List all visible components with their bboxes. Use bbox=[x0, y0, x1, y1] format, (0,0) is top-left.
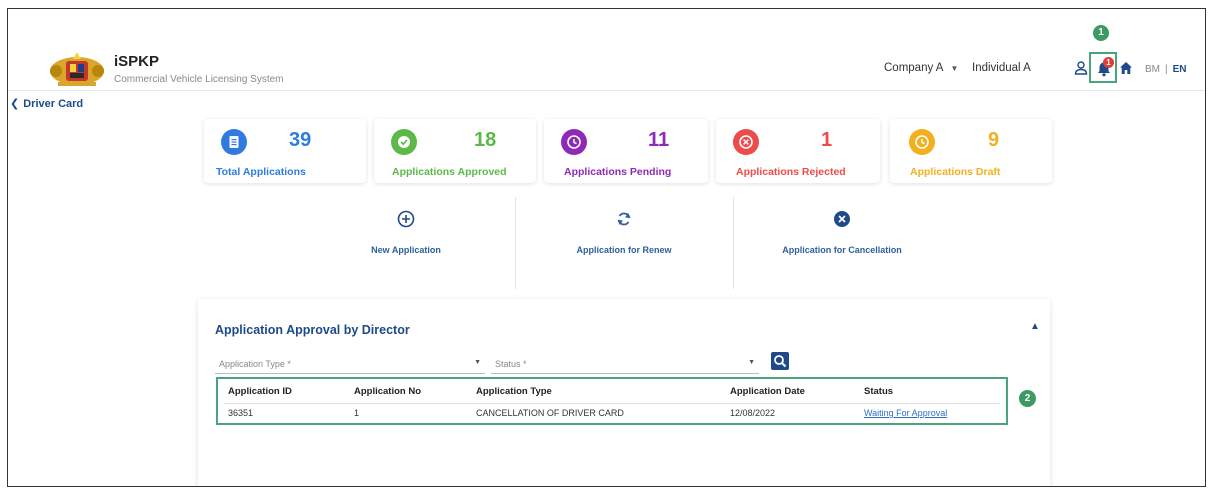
lang-bm[interactable]: BM bbox=[1145, 64, 1160, 75]
column-header-application-type: Application Type bbox=[476, 386, 552, 397]
cell-application-no: 1 bbox=[354, 408, 360, 418]
brand-subtitle: Commercial Vehicle Licensing System bbox=[114, 74, 284, 85]
clipboard-icon bbox=[221, 129, 247, 155]
draft-history-icon bbox=[909, 129, 935, 155]
column-header-application-date: Application Date bbox=[730, 386, 805, 397]
notification-badge: 1 bbox=[1103, 57, 1114, 68]
coat-of-arms-logo bbox=[50, 52, 104, 86]
stat-draft-label: Applications Draft bbox=[910, 166, 1001, 178]
status-link[interactable]: Waiting For Approval bbox=[864, 408, 947, 418]
new-application-label: New Application bbox=[371, 245, 441, 255]
approval-panel: Application Approval by Director ▲ Appli… bbox=[198, 299, 1050, 486]
header-divider bbox=[224, 403, 1000, 404]
renew-application-button[interactable]: Application for Renew bbox=[516, 209, 732, 289]
app-frame: iSPKP Commercial Vehicle Licensing Syste… bbox=[7, 8, 1206, 487]
chevron-down-icon: ▼ bbox=[474, 359, 481, 366]
brand-title: iSPKP bbox=[114, 53, 160, 70]
stat-approved-label: Applications Approved bbox=[392, 166, 507, 178]
chevron-down-icon: ▼ bbox=[748, 359, 755, 366]
home-icon[interactable] bbox=[1119, 61, 1133, 75]
user-profile-icon[interactable] bbox=[1074, 61, 1088, 75]
plus-circle-icon bbox=[397, 210, 415, 228]
check-circle-icon bbox=[391, 129, 417, 155]
status-select[interactable]: Status * ▼ bbox=[491, 354, 759, 374]
cell-application-type: CANCELLATION OF DRIVER CARD bbox=[476, 408, 624, 418]
renew-icon bbox=[617, 212, 631, 226]
cell-application-id: 36351 bbox=[228, 408, 254, 418]
search-icon bbox=[774, 355, 787, 368]
column-header-status: Status bbox=[864, 386, 894, 397]
stat-total-label: Total Applications bbox=[216, 166, 306, 178]
notification-button[interactable]: 1 bbox=[1089, 52, 1117, 83]
new-application-button[interactable]: New Application bbox=[298, 209, 514, 289]
top-header: iSPKP Commercial Vehicle Licensing Syste… bbox=[8, 9, 1205, 91]
applications-table: Application ID Application No Applicatio… bbox=[216, 377, 1008, 425]
back-link-label: Driver Card bbox=[23, 97, 84, 110]
step-marker-1: 1 bbox=[1093, 25, 1109, 41]
application-type-placeholder: Application Type * bbox=[219, 359, 291, 369]
stat-card-approved[interactable]: 18 Applications Approved bbox=[374, 119, 536, 183]
cancel-circle-icon bbox=[834, 211, 850, 227]
lang-en[interactable]: EN bbox=[1173, 64, 1187, 75]
column-header-application-id: Application ID bbox=[228, 386, 292, 397]
cancellation-application-label: Application for Cancellation bbox=[782, 245, 902, 255]
stat-card-rejected[interactable]: 1 Applications Rejected bbox=[716, 119, 880, 183]
stat-draft-value: 9 bbox=[988, 129, 1000, 151]
stat-card-pending[interactable]: 11 Applications Pending bbox=[544, 119, 708, 183]
column-header-application-no: Application No bbox=[354, 386, 422, 397]
individual-label: Individual A bbox=[972, 62, 1031, 74]
step-marker-2: 2 bbox=[1019, 390, 1036, 407]
stat-total-value: 39 bbox=[289, 129, 312, 151]
panel-title: Application Approval by Director bbox=[215, 323, 410, 337]
cell-application-date: 12/08/2022 bbox=[730, 408, 776, 418]
stat-rejected-value: 1 bbox=[821, 129, 833, 151]
renew-application-label: Application for Renew bbox=[576, 245, 672, 255]
back-link-driver-card[interactable]: ❮ Driver Card bbox=[10, 97, 84, 111]
lang-separator: | bbox=[1165, 64, 1168, 75]
chevron-left-icon: ❮ bbox=[10, 98, 20, 110]
chevron-down-icon: ▼ bbox=[950, 63, 959, 73]
company-label: Company A bbox=[884, 62, 944, 74]
stat-approved-value: 18 bbox=[474, 129, 497, 151]
history-icon bbox=[561, 129, 587, 155]
search-button[interactable] bbox=[771, 352, 789, 370]
stat-pending-value: 11 bbox=[648, 129, 670, 151]
stat-rejected-label: Applications Rejected bbox=[736, 166, 846, 178]
stat-pending-label: Applications Pending bbox=[564, 166, 672, 178]
stat-card-draft[interactable]: 9 Applications Draft bbox=[890, 119, 1052, 183]
application-type-select[interactable]: Application Type * ▼ bbox=[215, 354, 485, 374]
stat-card-total[interactable]: 39 Total Applications bbox=[204, 119, 366, 183]
language-switcher: BM | EN bbox=[1145, 64, 1187, 75]
cancellation-application-button[interactable]: Application for Cancellation bbox=[734, 209, 950, 289]
company-dropdown[interactable]: Company A ▼ bbox=[884, 62, 958, 74]
status-placeholder: Status * bbox=[495, 359, 527, 369]
x-circle-icon bbox=[733, 129, 759, 155]
chevron-up-icon[interactable]: ▲ bbox=[1030, 321, 1040, 332]
